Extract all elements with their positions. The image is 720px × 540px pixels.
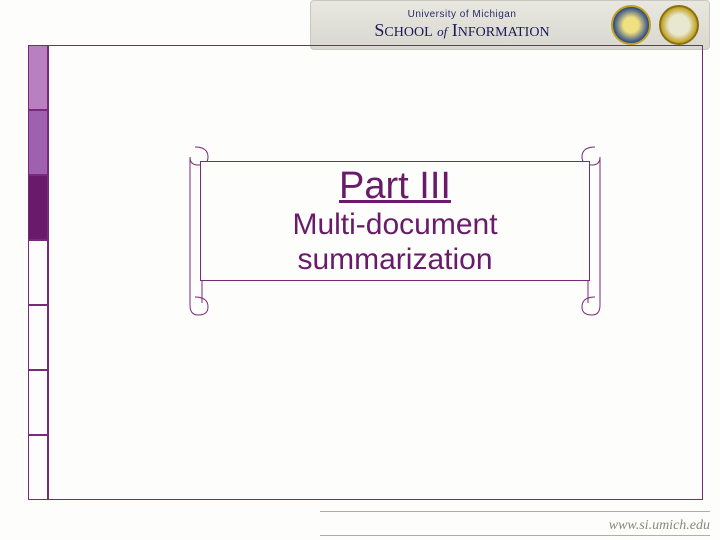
university-seal-icon [611,5,651,45]
slide-subtitle: Multi-document summarization [292,208,497,277]
sidebar-tab-7 [28,435,48,500]
sidebar-tabs [28,45,48,500]
scroll-container: Part III Multi-document summarization [180,145,610,320]
sidebar-tab-5 [28,305,48,370]
slide-title: Part III [339,165,451,208]
footer-divider-top [320,511,710,512]
sidebar-tab-2 [28,110,48,175]
header-banner: University of Michigan SCHOOL of INFORMA… [310,0,710,50]
school-name: SCHOOL of INFORMATION [321,20,603,41]
sidebar-tab-4 [28,240,48,305]
scroll-content: Part III Multi-document summarization [200,161,590,281]
university-name: University of Michigan [321,9,603,20]
header-text-block: University of Michigan SCHOOL of INFORMA… [321,9,603,41]
footer-url: www.si.umich.edu [609,518,710,534]
sidebar-tab-6 [28,370,48,435]
footer-divider-bottom [320,535,710,536]
sidebar-tab-1 [28,45,48,110]
sidebar-tab-3 [28,175,48,240]
school-seal-icon [659,5,699,45]
